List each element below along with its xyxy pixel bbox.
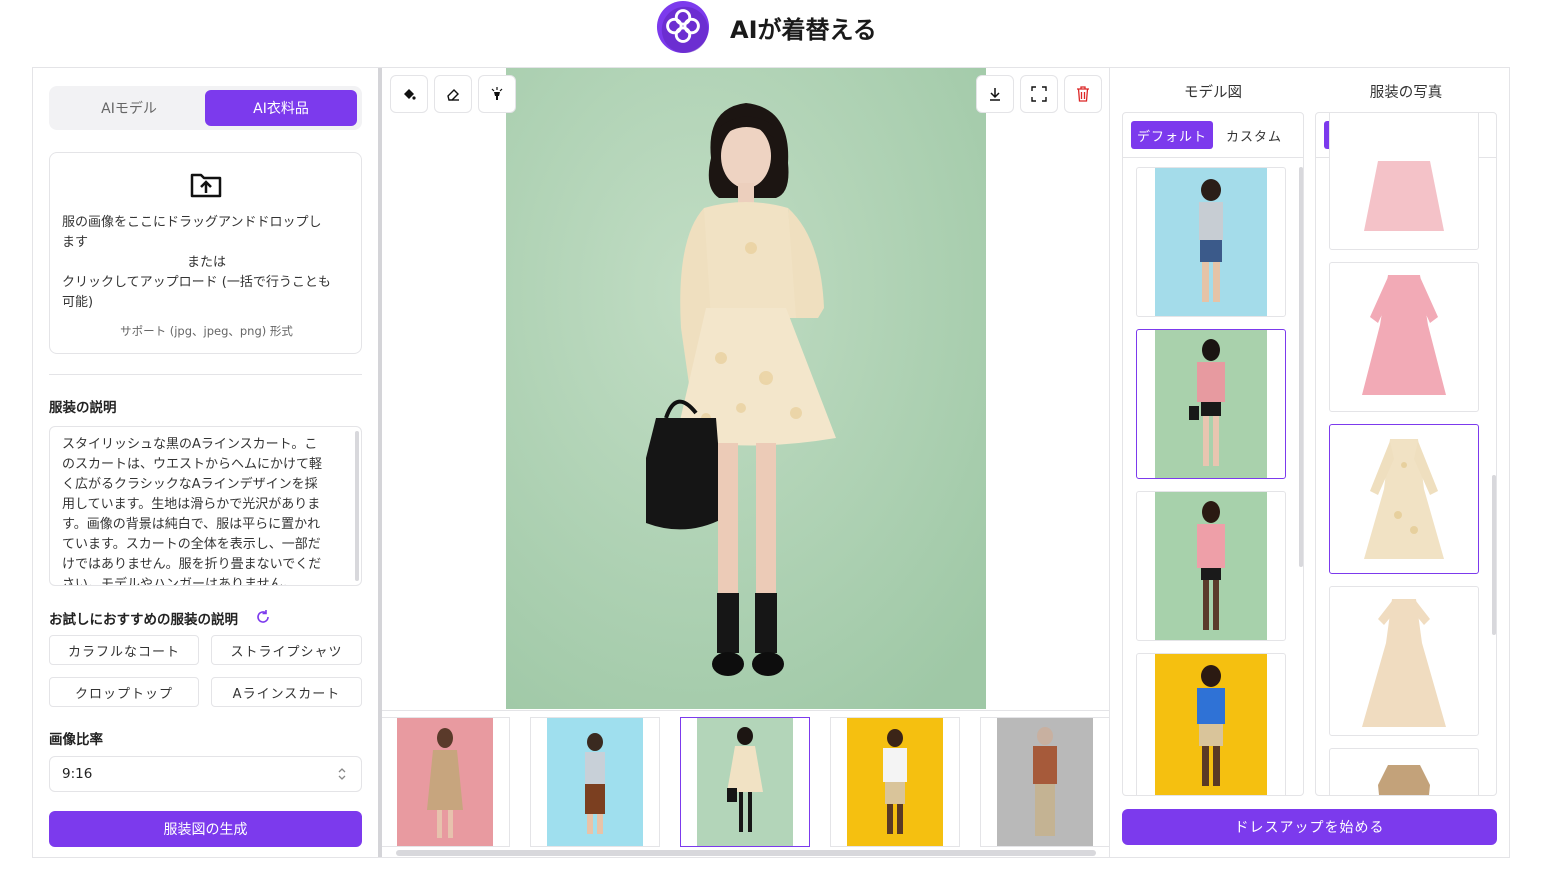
clothes-card[interactable] [1329, 113, 1479, 250]
magic-wand-icon [491, 87, 503, 100]
suggestion-chip[interactable]: クロップトップ [49, 677, 199, 707]
tab-ai-model[interactable]: AIモデル [53, 90, 205, 126]
paint-bucket-button[interactable] [390, 75, 428, 113]
trench-coat-woman-thumb [397, 718, 493, 846]
thumbnail-strip [382, 710, 1109, 857]
description-line: ています。スカートの全体を表示し、一部だ [62, 537, 321, 552]
model-column-title: モデル図 [1184, 85, 1242, 101]
clothes-column: デフォルト カスタム [1315, 112, 1497, 796]
trench-coat-image [1348, 749, 1460, 795]
clothes-card[interactable] [1329, 262, 1479, 412]
woman-pink-jacket-image [1155, 330, 1267, 478]
clothes-column-scrollbar[interactable] [1492, 475, 1496, 635]
start-dressup-button[interactable]: ドレスアップを始める [1122, 809, 1497, 845]
paint-bucket-icon [404, 89, 416, 100]
delete-button[interactable] [1064, 75, 1102, 113]
generate-outfit-button[interactable]: 服装図の生成 [49, 811, 362, 847]
description-line: けではありません。服を折り畳まないでくだ [62, 557, 322, 572]
description-line: さい。モデルやハンガーはありません。 [62, 577, 296, 586]
clothes-card-selected[interactable] [1329, 424, 1479, 574]
upload-support-formats: サポート (jpg、jpeg、png) 形式 [120, 324, 293, 338]
upload-dropzone[interactable]: 服の画像をここにドラッグアンドドロップし ます または クリックしてアップロード… [49, 152, 362, 354]
ratio-value: 9:16 [62, 766, 93, 782]
upload-or: または [186, 255, 226, 270]
older-man-gray-bg-thumb [997, 718, 1093, 846]
thumbnail-item-selected[interactable] [680, 717, 810, 847]
model-card-selected[interactable] [1136, 329, 1286, 479]
thumbnail-item[interactable] [382, 717, 510, 847]
trash-icon [1077, 86, 1089, 102]
clothes-column-title: 服装の写真 [1369, 85, 1443, 101]
model-card[interactable] [1136, 167, 1286, 317]
tab-ai-clothing[interactable]: AI衣料品 [205, 90, 357, 126]
magic-wand-button[interactable] [478, 75, 516, 113]
model-default-tab[interactable]: デフォルト [1131, 121, 1213, 149]
chevron-updown-icon [338, 768, 346, 780]
upload-instruction-1: 服の画像をここにドラッグアンドドロップし [62, 215, 322, 230]
man-yellow-bg-image [1155, 654, 1267, 795]
thumbnail-item[interactable] [980, 717, 1109, 847]
upload-instruction-4: 可能) [62, 295, 94, 310]
main-canvas-image [506, 68, 986, 709]
woman-pink-jacket-dark-image [1155, 492, 1267, 640]
upload-instruction-2: ます [62, 235, 89, 250]
divider [1123, 157, 1303, 158]
model-card[interactable] [1136, 653, 1286, 795]
app-title: AIが着替える [730, 16, 877, 44]
description-label: 服装の説明 [49, 400, 117, 416]
eraser-button[interactable] [434, 75, 472, 113]
ratio-label: 画像比率 [49, 732, 103, 748]
suggestion-chip[interactable]: ストライプシャツ [211, 635, 362, 665]
thumbnail-item[interactable] [830, 717, 960, 847]
beige-long-dress-image [1348, 587, 1460, 735]
upload-instruction-3: クリックしてアップロード (一括で行うことも [62, 275, 331, 290]
cream-dress-image [1348, 425, 1460, 573]
description-line: く広がるクラシックなAラインデザインを採 [62, 477, 318, 492]
app-header: AIが着替える [0, 0, 1552, 60]
fullscreen-icon [1031, 86, 1047, 102]
divider [49, 374, 362, 375]
flower-logo [656, 0, 710, 54]
model-card[interactable] [1136, 491, 1286, 641]
model-column: デフォルト カスタム [1122, 112, 1304, 796]
download-icon [990, 88, 1000, 101]
description-line: す。画像の背景は純白で、服は平らに置かれ [62, 517, 321, 532]
ratio-select[interactable]: 9:16 [49, 756, 362, 792]
description-scrollbar[interactable] [355, 431, 359, 581]
eraser-icon [447, 89, 459, 101]
fullscreen-button[interactable] [1020, 75, 1058, 113]
suggestion-chip[interactable]: カラフルなコート [49, 635, 199, 665]
pink-skirt-image [1348, 113, 1460, 249]
suggest-label: お試しにおすすめの服装の説明 [49, 612, 238, 628]
thumbnail-item[interactable] [530, 717, 660, 847]
boy-light-blue-thumb [547, 718, 643, 846]
thumbnail-scrollbar[interactable] [396, 850, 1096, 856]
description-line: 用しています。生地は滑らかで光沢がありま [62, 497, 321, 512]
model-custom-tab[interactable]: カスタム [1219, 121, 1289, 149]
mode-tabs: AIモデル AI衣料品 [49, 86, 362, 130]
description-line: スタイリッシュな黒のAラインスカート。こ [62, 437, 318, 452]
download-button[interactable] [976, 75, 1014, 113]
clothes-card[interactable] [1329, 586, 1479, 736]
suggestion-chip[interactable]: Aラインスカート [211, 677, 362, 707]
description-text: スタイリッシュな黒のAラインスカート。こ のスカートは、ウエストからヘムにかけて… [62, 435, 348, 586]
woman-cream-dress-thumb [697, 718, 793, 846]
folder-upload-icon [190, 173, 222, 198]
pink-dress-image [1348, 263, 1460, 411]
left-panel: AIモデル AI衣料品 服の画像をここにドラッグアンドドロップし ます または … [33, 68, 378, 857]
boy-light-blue-image [1155, 168, 1267, 316]
model-column-scrollbar[interactable] [1299, 167, 1303, 567]
man-yellow-bg-thumb [847, 718, 943, 846]
description-textarea[interactable]: スタイリッシュな黒のAラインスカート。こ のスカートは、ウエストからヘムにかけて… [49, 426, 362, 586]
right-panel-divider [1109, 68, 1110, 857]
refresh-icon[interactable] [255, 609, 271, 625]
clothes-card[interactable] [1329, 748, 1479, 795]
description-line: のスカートは、ウエストからヘムにかけて軽 [62, 457, 323, 472]
